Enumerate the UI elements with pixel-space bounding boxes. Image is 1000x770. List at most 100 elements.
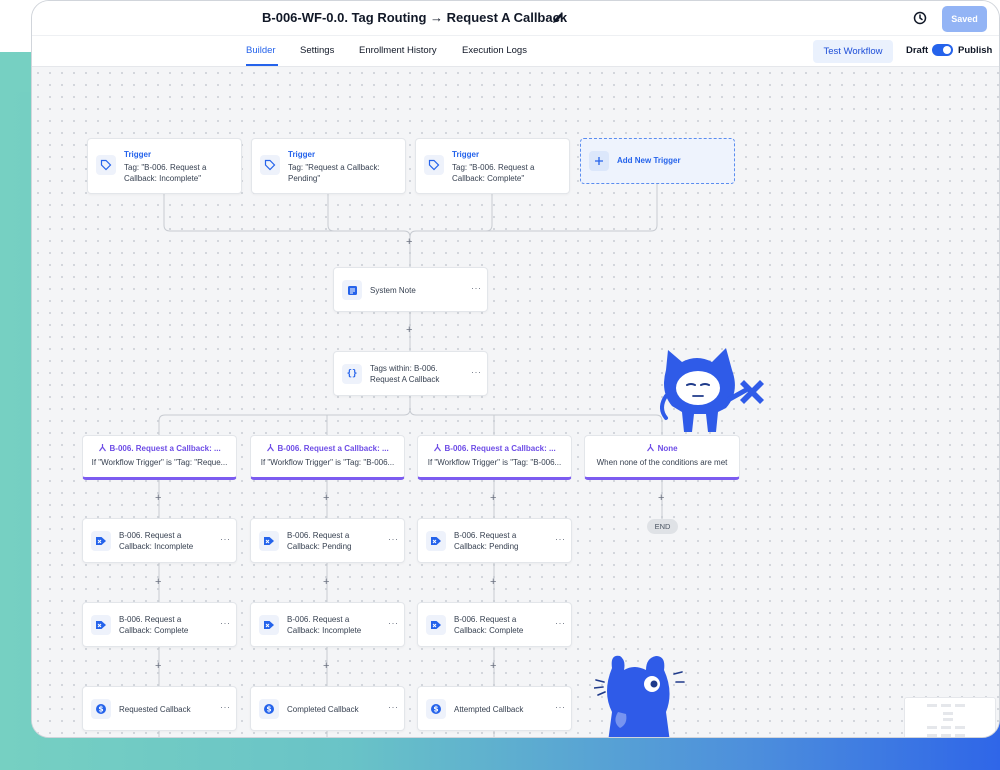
svg-text:$: $ xyxy=(433,705,438,714)
system-note-card[interactable]: System Note ··· xyxy=(333,267,488,312)
dollar-icon: $ xyxy=(259,699,279,719)
tag-remove-icon xyxy=(426,615,446,635)
branch-card-none[interactable]: None When none of the conditions are met xyxy=(584,435,740,480)
more-options-icon[interactable]: ··· xyxy=(220,534,231,544)
end-marker: END xyxy=(647,519,678,534)
action-text-line1: B-006. Request a xyxy=(287,531,350,540)
trigger-text-line2: Callback: Incomplete" xyxy=(124,174,202,183)
branch-title: B-006. Request a Callback: ... xyxy=(251,443,404,453)
branch-condition-text: If "Workflow Trigger" is "Tag: "B-006... xyxy=(427,458,562,467)
tag-remove-icon xyxy=(91,615,111,635)
action-text-line2: Callback: Pending xyxy=(287,542,352,551)
branch-icon xyxy=(267,444,275,452)
workflow-title: B-006-WF-0.0. Tag Routing → Request A Ca… xyxy=(262,10,568,25)
more-options-icon[interactable]: ··· xyxy=(220,618,231,628)
branch-icon xyxy=(99,444,107,452)
action-text-line1: B-006. Request a xyxy=(119,615,182,624)
more-options-icon[interactable]: ··· xyxy=(555,534,566,544)
action-text-line2: Callback: Complete xyxy=(119,626,189,635)
add-step-plus[interactable]: + xyxy=(155,660,161,672)
dollar-icon: $ xyxy=(91,699,111,719)
tab-settings[interactable]: Settings xyxy=(300,45,334,56)
action-card[interactable]: B-006. Request a Callback: Pending ··· xyxy=(250,518,405,563)
action-card[interactable]: $ Completed Callback ··· xyxy=(250,686,405,731)
action-card[interactable]: $ Requested Callback ··· xyxy=(82,686,237,731)
more-options-icon[interactable]: ··· xyxy=(555,702,566,712)
add-step-plus[interactable]: + xyxy=(406,236,412,248)
tab-execution-logs[interactable]: Execution Logs xyxy=(462,45,527,56)
trigger-text-line2: Pending" xyxy=(288,174,321,183)
action-card[interactable]: $ Attempted Callback ··· xyxy=(417,686,572,731)
branch-card[interactable]: B-006. Request a Callback: ... If "Workf… xyxy=(250,435,405,480)
branch-title-text: B-006. Request a Callback: ... xyxy=(277,444,389,453)
action-text-line2: Callback: Complete xyxy=(454,626,524,635)
add-step-plus[interactable]: + xyxy=(406,324,412,336)
title-bar: B-006-WF-0.0. Tag Routing → Request A Ca… xyxy=(32,1,999,36)
more-options-icon[interactable]: ··· xyxy=(471,283,482,293)
more-options-icon[interactable]: ··· xyxy=(471,367,482,377)
more-options-icon[interactable]: ··· xyxy=(388,702,399,712)
action-card[interactable]: B-006. Request a Callback: Incomplete ··… xyxy=(82,518,237,563)
svg-text:$: $ xyxy=(266,705,271,714)
test-workflow-button[interactable]: Test Workflow xyxy=(813,40,893,63)
condition-text-line2: Request A Callback xyxy=(370,375,440,384)
branch-title-text: B-006. Request a Callback: ... xyxy=(444,444,556,453)
saved-button[interactable]: Saved xyxy=(942,6,987,32)
more-options-icon[interactable]: ··· xyxy=(220,702,231,712)
note-icon xyxy=(342,280,362,300)
branch-title-text: B-006. Request a Callback: ... xyxy=(109,444,221,453)
add-trigger-label: Add New Trigger xyxy=(617,156,681,165)
add-step-plus[interactable]: + xyxy=(323,576,329,588)
more-options-icon[interactable]: ··· xyxy=(388,618,399,628)
add-step-plus[interactable]: + xyxy=(490,576,496,588)
add-new-trigger-button[interactable]: Add New Trigger xyxy=(580,138,735,184)
tag-icon xyxy=(260,155,280,175)
action-card[interactable]: B-006. Request a Callback: Pending ··· xyxy=(417,518,572,563)
trigger-card[interactable]: Trigger Tag: "B-006. Request a Callback:… xyxy=(415,138,570,194)
action-card[interactable]: B-006. Request a Callback: Complete ··· xyxy=(417,602,572,647)
branch-title-text: None xyxy=(657,444,678,453)
tag-remove-icon xyxy=(259,615,279,635)
action-label: Attempted Callback xyxy=(454,705,524,714)
more-options-icon[interactable]: ··· xyxy=(555,618,566,628)
action-card[interactable]: B-006. Request a Callback: Complete ··· xyxy=(82,602,237,647)
trigger-card[interactable]: Trigger Tag: "B-006. Request a Callback:… xyxy=(87,138,242,194)
tag-icon xyxy=(96,155,116,175)
minimap[interactable] xyxy=(904,697,996,737)
add-step-plus[interactable]: + xyxy=(490,492,496,504)
add-step-plus[interactable]: + xyxy=(658,492,664,504)
add-step-plus[interactable]: + xyxy=(155,576,161,588)
add-step-plus[interactable]: + xyxy=(490,660,496,672)
tab-enrollment-history[interactable]: Enrollment History xyxy=(359,45,437,56)
if-else-condition-card[interactable]: {} Tags within: B-006. Request A Callbac… xyxy=(333,351,488,396)
active-tab-indicator xyxy=(246,64,278,66)
system-note-label: System Note xyxy=(370,286,416,295)
pencil-icon[interactable] xyxy=(551,11,565,25)
branch-card[interactable]: B-006. Request a Callback: ... If "Workf… xyxy=(417,435,572,480)
trigger-title: Trigger xyxy=(288,150,316,159)
publish-label: Publish xyxy=(958,45,993,56)
history-icon[interactable] xyxy=(912,10,928,26)
action-text-line1: B-006. Request a xyxy=(454,615,517,624)
braces-icon: {} xyxy=(342,364,362,384)
branch-icon xyxy=(434,444,442,452)
publish-toggle[interactable] xyxy=(932,44,953,56)
more-options-icon[interactable]: ··· xyxy=(388,534,399,544)
trigger-card[interactable]: Trigger Tag: "Request a Callback: Pendin… xyxy=(251,138,406,194)
draft-label: Draft xyxy=(906,45,929,56)
trigger-text-line1: Tag: "Request a Callback: xyxy=(288,163,380,172)
branch-title: None xyxy=(585,443,739,453)
dollar-icon: $ xyxy=(426,699,446,719)
branch-condition-text: If "Workflow Trigger" is "Tag: "Reque... xyxy=(91,458,228,467)
workflow-canvas[interactable]: Trigger Tag: "B-006. Request a Callback:… xyxy=(32,67,999,737)
add-step-plus[interactable]: + xyxy=(155,492,161,504)
branch-condition-text: When none of the conditions are met xyxy=(596,458,728,467)
tag-remove-icon xyxy=(259,531,279,551)
add-step-plus[interactable]: + xyxy=(323,492,329,504)
add-step-plus[interactable]: + xyxy=(323,660,329,672)
action-card[interactable]: B-006. Request a Callback: Incomplete ··… xyxy=(250,602,405,647)
tab-builder[interactable]: Builder xyxy=(246,45,276,56)
trigger-text-line1: Tag: "B-006. Request a xyxy=(124,163,207,172)
branch-card[interactable]: B-006. Request a Callback: ... If "Workf… xyxy=(82,435,237,480)
trigger-title: Trigger xyxy=(124,150,152,159)
